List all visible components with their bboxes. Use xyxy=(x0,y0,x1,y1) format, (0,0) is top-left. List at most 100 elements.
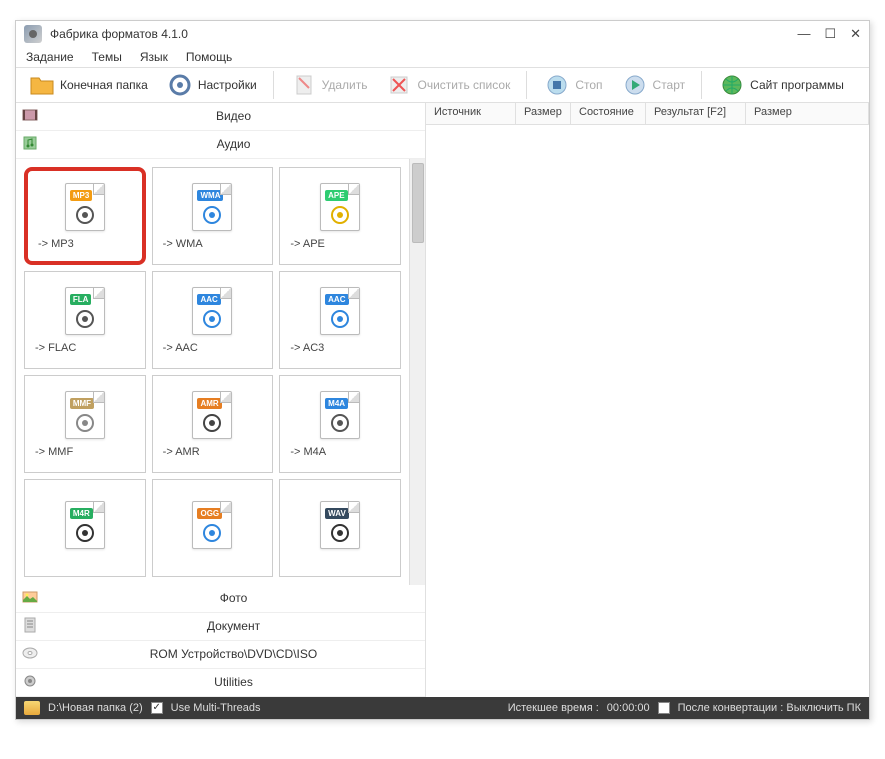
format-tag: M4A xyxy=(325,398,348,409)
format-tile-mmf[interactable]: MMF-> MMF xyxy=(24,375,146,473)
format-glyph-icon xyxy=(66,412,104,434)
format-tag: OGG xyxy=(197,508,222,519)
col-source[interactable]: Источник xyxy=(426,103,516,124)
format-tile-wav[interactable]: WAV xyxy=(279,479,401,577)
category-doc[interactable]: Документ xyxy=(16,613,425,641)
category-photo[interactable]: Фото xyxy=(16,585,425,613)
menu-help[interactable]: Помощь xyxy=(186,50,232,64)
output-path[interactable]: D:\Новая папка (2) xyxy=(48,702,143,714)
file-icon: WAV xyxy=(318,500,362,550)
format-tile-m4a[interactable]: M4A-> M4A xyxy=(279,375,401,473)
output-folder-button[interactable]: Конечная папка xyxy=(22,69,154,101)
format-glyph-icon xyxy=(66,522,104,544)
file-list-panel: Источник Размер Состояние Результат [F2]… xyxy=(426,103,869,697)
file-icon: FLA xyxy=(63,286,107,336)
video-icon xyxy=(22,107,40,125)
play-icon xyxy=(621,71,649,99)
format-tag: AAC xyxy=(197,294,220,305)
format-glyph-icon xyxy=(193,412,231,434)
format-label: -> WMA xyxy=(153,238,203,250)
gear-icon xyxy=(166,71,194,99)
disc-icon xyxy=(22,645,40,663)
category-rom[interactable]: ROM Устройство\DVD\CD\ISO xyxy=(16,641,425,669)
format-tile-fla[interactable]: FLA -> FLAC xyxy=(24,271,146,369)
file-icon: MP3 xyxy=(63,182,107,232)
format-tag: AAC xyxy=(325,294,348,305)
col-result[interactable]: Результат [F2] xyxy=(646,103,746,124)
format-tile-mp3[interactable]: MP3 -> MP3 xyxy=(24,167,146,265)
separator xyxy=(526,71,527,99)
list-header: Источник Размер Состояние Результат [F2]… xyxy=(426,103,869,125)
format-tile-aac[interactable]: AAC -> AAC xyxy=(152,271,274,369)
format-label: -> FLAC xyxy=(25,342,76,354)
file-icon: APE xyxy=(318,182,362,232)
format-tag: M4R xyxy=(70,508,93,519)
start-button[interactable]: Старт xyxy=(615,69,692,101)
format-label: -> AAC xyxy=(153,342,198,354)
scrollbar-thumb[interactable] xyxy=(412,163,424,243)
col-state[interactable]: Состояние xyxy=(571,103,646,124)
file-icon: WMA xyxy=(190,182,234,232)
format-glyph-icon xyxy=(193,308,231,330)
format-tag: FLA xyxy=(70,294,92,305)
maximize-button[interactable]: ☐ xyxy=(824,26,836,42)
category-utils[interactable]: Utilities xyxy=(16,669,425,697)
format-glyph-icon xyxy=(321,522,359,544)
category-video[interactable]: Видео xyxy=(16,103,425,131)
folder-icon[interactable] xyxy=(24,701,40,715)
format-tile-wma[interactable]: WMA -> WMA xyxy=(152,167,274,265)
window-title: Фабрика форматов 4.1.0 xyxy=(50,27,797,41)
format-tag: MMF xyxy=(70,398,94,409)
multithread-checkbox[interactable]: ✓ xyxy=(151,702,163,714)
close-button[interactable]: ✕ xyxy=(850,26,861,42)
menu-task[interactable]: Задание xyxy=(26,50,74,64)
format-tag: MP3 xyxy=(70,190,92,201)
statusbar: D:\Новая папка (2) ✓ Use Multi-Threads И… xyxy=(16,697,869,719)
file-list-empty xyxy=(426,125,869,697)
shutdown-label: После конвертации : Выключить ПК xyxy=(678,702,861,714)
col-size2[interactable]: Размер xyxy=(746,103,869,124)
clear-button[interactable]: Очистить список xyxy=(379,69,516,101)
format-tile-ape[interactable]: APE -> APE xyxy=(279,167,401,265)
separator xyxy=(701,71,702,99)
format-label: -> AMR xyxy=(153,446,200,458)
app-icon xyxy=(24,25,42,43)
formats-area: MP3 -> MP3 WMA -> WMA APE -> APE FLA -> FLAC AAC… xyxy=(16,159,425,585)
site-button[interactable]: Сайт программы xyxy=(712,69,850,101)
col-size[interactable]: Размер xyxy=(516,103,571,124)
toolbar: Конечная папка Настройки Удалить Очистит… xyxy=(16,67,869,103)
elapsed-value: 00:00:00 xyxy=(607,702,650,714)
multithread-label: Use Multi-Threads xyxy=(171,702,261,714)
menu-lang[interactable]: Язык xyxy=(140,50,168,64)
format-tile-amr[interactable]: AMR -> AMR xyxy=(152,375,274,473)
format-tile-aac[interactable]: AAC-> AC3 xyxy=(279,271,401,369)
format-label: -> APE xyxy=(280,238,325,250)
format-glyph-icon xyxy=(66,308,104,330)
shutdown-checkbox[interactable] xyxy=(658,702,670,714)
format-tag: WMA xyxy=(197,190,223,201)
format-tag: APE xyxy=(325,190,347,201)
category-panel: Видео Аудио MP3 -> MP3 WMA -> WMA APE -> APE F… xyxy=(16,103,426,697)
menu-themes[interactable]: Темы xyxy=(92,50,122,64)
format-tile-ogg[interactable]: OGG xyxy=(152,479,274,577)
minimize-button[interactable]: — xyxy=(797,26,810,41)
formats-grid: MP3 -> MP3 WMA -> WMA APE -> APE FLA -> FLAC AAC… xyxy=(16,159,409,585)
scrollbar[interactable] xyxy=(409,159,425,585)
folder-icon xyxy=(28,71,56,99)
doc-icon xyxy=(22,617,40,635)
titlebar: Фабрика форматов 4.1.0 — ☐ ✕ xyxy=(16,21,869,47)
format-tile-m4r[interactable]: M4R xyxy=(24,479,146,577)
format-tag: WAV xyxy=(325,508,349,519)
format-glyph-icon xyxy=(193,522,231,544)
stop-button[interactable]: Стоп xyxy=(537,69,608,101)
format-label: -> MP3 xyxy=(28,238,74,250)
delete-button[interactable]: Удалить xyxy=(284,69,374,101)
clear-icon xyxy=(385,71,413,99)
format-tag: AMR xyxy=(197,398,221,409)
app-window: Фабрика форматов 4.1.0 — ☐ ✕ Задание Тем… xyxy=(15,20,870,720)
globe-icon xyxy=(718,71,746,99)
settings-button[interactable]: Настройки xyxy=(160,69,263,101)
category-audio[interactable]: Аудио xyxy=(16,131,425,159)
gear-icon xyxy=(22,673,40,691)
file-icon: MMF xyxy=(63,390,107,440)
